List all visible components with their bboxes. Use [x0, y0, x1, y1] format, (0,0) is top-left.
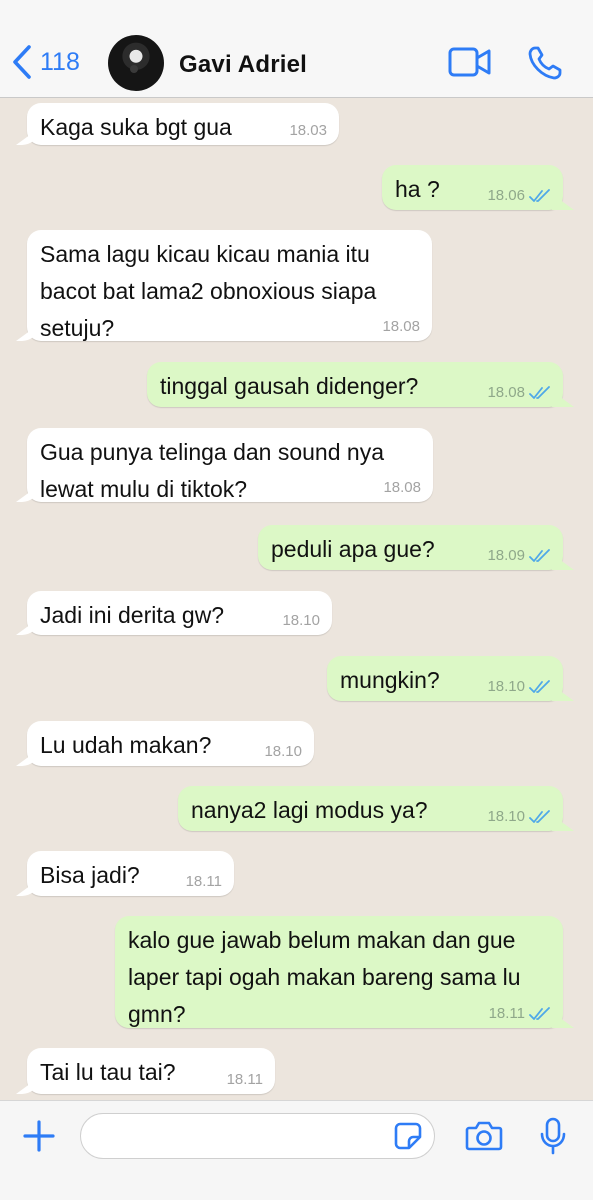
phone-icon [528, 46, 562, 80]
voice-call-button[interactable] [527, 45, 563, 86]
outgoing-message[interactable]: nanya2 lagi modus ya? 18.10 [178, 786, 563, 831]
message-text: Sama lagu kicau kicau mania itu bacot ba… [40, 241, 377, 341]
incoming-message[interactable]: Kaga suka bgt gua 18.03 [27, 103, 339, 145]
unread-count: 118 [40, 47, 80, 76]
contact-avatar[interactable] [108, 35, 164, 91]
message-meta: 18.10 [487, 679, 551, 694]
message-meta: 18.06 [487, 188, 551, 203]
read-receipt-icon [529, 385, 550, 399]
input-bar [0, 1100, 593, 1200]
video-call-button[interactable] [448, 46, 492, 83]
sticker-icon [394, 1122, 422, 1150]
incoming-message[interactable]: Gua punya telinga dan sound nya lewat mu… [27, 428, 433, 502]
outgoing-message[interactable]: peduli apa gue? 18.09 [258, 525, 563, 570]
incoming-message[interactable]: Tai lu tau tai? 18.11 [27, 1048, 275, 1094]
camera-icon [465, 1121, 503, 1151]
message-text: peduli apa gue? [271, 536, 435, 562]
message-meta: 18.03 [289, 123, 327, 138]
message-meta: 18.10 [264, 744, 302, 759]
incoming-message[interactable]: Bisa jadi? 18.11 [27, 851, 234, 896]
outgoing-message[interactable]: ha ? 18.06 [382, 165, 563, 210]
read-receipt-icon [529, 1006, 550, 1020]
back-button[interactable]: 118 [12, 44, 80, 80]
message-time: 18.08 [383, 479, 421, 496]
message-time: 18.08 [382, 318, 420, 335]
message-time: 18.11 [226, 1071, 263, 1088]
message-time: 18.08 [487, 384, 525, 401]
attach-button[interactable] [22, 1119, 56, 1158]
read-receipt-icon [529, 188, 550, 202]
incoming-message[interactable]: Jadi ini derita gw? 18.10 [27, 591, 332, 635]
message-time: 18.03 [289, 122, 327, 139]
incoming-message[interactable]: Sama lagu kicau kicau mania itu bacot ba… [27, 230, 432, 341]
message-text: Bisa jadi? [40, 862, 140, 888]
message-meta: 18.10 [282, 613, 320, 628]
incoming-message[interactable]: Lu udah makan? 18.10 [27, 721, 314, 766]
message-list[interactable]: Kaga suka bgt gua 18.03 ha ? 18.06 Sama lagu… [0, 98, 593, 1100]
plus-icon [23, 1120, 55, 1152]
message-text: mungkin? [340, 667, 440, 693]
video-camera-icon [448, 47, 491, 77]
message-time: 18.11 [185, 873, 222, 890]
chat-header: 118 Gavi Adriel [0, 0, 593, 98]
read-receipt-icon [529, 679, 550, 693]
message-meta: 18.10 [487, 809, 551, 824]
message-time: 18.06 [487, 187, 525, 204]
message-meta: 18.11 [227, 1072, 263, 1087]
message-text: Gua punya telinga dan sound nya lewat mu… [40, 439, 384, 502]
outgoing-message[interactable]: mungkin? 18.10 [327, 656, 563, 701]
message-meta: 18.09 [487, 548, 551, 563]
message-text: Lu udah makan? [40, 732, 212, 758]
message-time: 18.10 [487, 678, 525, 695]
camera-button[interactable] [465, 1120, 503, 1157]
message-time: 18.09 [487, 547, 525, 564]
message-text: Kaga suka bgt gua [40, 114, 232, 140]
message-meta: 18.08 [383, 480, 421, 495]
message-input[interactable] [80, 1113, 435, 1159]
message-meta: 18.11 [186, 874, 222, 889]
contact-name[interactable]: Gavi Adriel [179, 51, 307, 79]
outgoing-message[interactable]: tinggal gausah didenger? 18.08 [147, 362, 563, 407]
microphone-icon [540, 1117, 566, 1155]
message-meta: 18.11 [489, 1006, 551, 1021]
chevron-left-icon [13, 45, 31, 79]
message-text: nanya2 lagi modus ya? [191, 797, 428, 823]
message-text: tinggal gausah didenger? [160, 373, 419, 399]
message-text: Jadi ini derita gw? [40, 602, 225, 628]
read-receipt-icon [529, 809, 550, 823]
message-text: Tai lu tau tai? [40, 1059, 176, 1085]
message-time: 18.10 [282, 612, 320, 629]
message-meta: 18.08 [382, 319, 420, 334]
message-time: 18.10 [264, 743, 302, 760]
microphone-button[interactable] [540, 1117, 566, 1160]
message-time: 18.11 [488, 1005, 525, 1022]
sticker-button[interactable] [394, 1122, 422, 1155]
message-time: 18.10 [487, 808, 525, 825]
message-text: kalo gue jawab belum makan dan gue laper… [128, 927, 521, 1027]
outgoing-message[interactable]: kalo gue jawab belum makan dan gue laper… [115, 916, 563, 1028]
read-receipt-icon [529, 548, 550, 562]
message-text: ha ? [395, 176, 440, 202]
message-meta: 18.08 [487, 385, 551, 400]
